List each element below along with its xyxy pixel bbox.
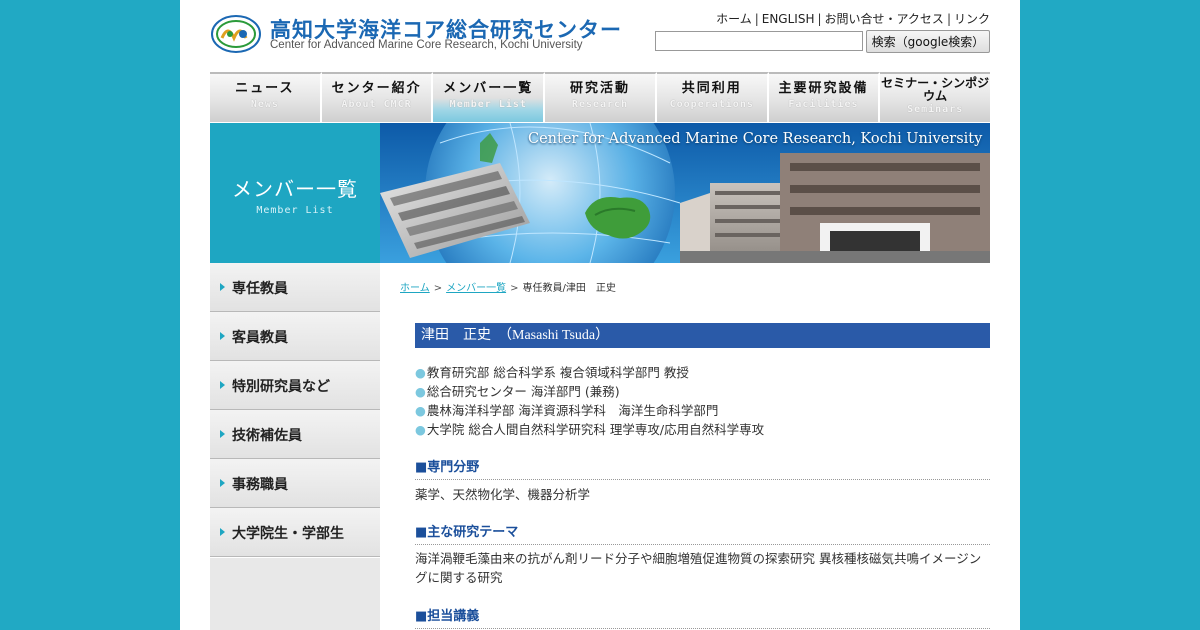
- bullet-icon: ●: [415, 365, 426, 380]
- sidebar-item-label: 技術補佐員: [232, 428, 302, 444]
- breadcrumb-members-link[interactable]: メンバー一覧: [446, 283, 506, 294]
- sidebar-item-students[interactable]: 大学院生・学部生: [210, 508, 380, 558]
- position-list: ●教育研究部 総合科学系 複合領域科学部門 教授 ●総合研究センター 海洋部門 …: [415, 363, 764, 439]
- sidebar-item-office[interactable]: 事務職員: [210, 459, 380, 509]
- top-link-separator: |: [817, 12, 822, 26]
- arrow-right-icon: [220, 332, 225, 340]
- breadcrumb: ホーム > メンバー一覧 > 専任教員/津田 正史: [400, 279, 616, 294]
- nav-sublabel: Cooperations: [669, 99, 754, 110]
- nav-label: 共同利用: [681, 81, 742, 96]
- breadcrumb-home-link[interactable]: ホーム: [400, 283, 430, 294]
- global-nav: ニュース News センター紹介 About CMCR メンバー一覧 Membe…: [210, 72, 991, 122]
- bullet-icon: ●: [415, 384, 426, 399]
- nav-label: ニュース: [235, 81, 295, 96]
- logo-subtitle: Center for Advanced Marine Core Research…: [270, 39, 583, 51]
- nav-item-facilities[interactable]: 主要研究設備 Facilities: [768, 72, 881, 122]
- section-subtitle: Member List: [256, 205, 334, 216]
- nav-label: メンバー一覧: [443, 81, 534, 96]
- search-button[interactable]: 検索（google検索）: [866, 30, 990, 53]
- position-item: ●大学院 総合人間自然科学研究科 理学専攻/応用自然科学専攻: [415, 420, 764, 439]
- section-banner: メンバー一覧 Member List: [210, 123, 380, 263]
- banner-caption: Center for Advanced Marine Core Research…: [528, 131, 983, 147]
- site-logo[interactable]: 高知大学海洋コア総合研究センター Center for Advanced Mar…: [210, 12, 621, 56]
- sidebar-item-label: 大学院生・学部生: [232, 526, 344, 542]
- bullet-icon: ●: [415, 403, 426, 418]
- field-heading: ■専門分野: [415, 456, 990, 480]
- theme-heading: ■主な研究テーマ: [415, 521, 990, 545]
- logo-emblem-icon: [211, 15, 261, 53]
- search-input[interactable]: [655, 31, 863, 51]
- field-text: 薬学、天然物化学、機器分析学: [415, 487, 591, 502]
- nav-sublabel: Seminars: [907, 104, 964, 115]
- nav-item-members[interactable]: メンバー一覧 Member List: [433, 72, 546, 122]
- sidebar-item-researchers[interactable]: 特別研究員など: [210, 361, 380, 411]
- breadcrumb-separator: >: [510, 283, 519, 294]
- position-text: 農林海洋科学部 海洋資源科学科 海洋生命科学部門: [426, 403, 719, 418]
- arrow-right-icon: [220, 528, 225, 536]
- position-text: 総合研究センター 海洋部門 (兼務): [426, 384, 620, 399]
- arrow-right-icon: [220, 479, 225, 487]
- top-link-links[interactable]: リンク: [954, 12, 990, 26]
- sidebar-item-label: 客員教員: [232, 330, 288, 346]
- top-links: ホーム | ENGLISH | お問い合せ・アクセス | リンク: [716, 10, 990, 27]
- person-name-heading: 津田 正史 （Masashi Tsuda）: [415, 323, 990, 348]
- nav-sublabel: About CMCR: [341, 99, 412, 110]
- theme-text: 海洋渦鞭毛藻由来の抗がん剤リード分子や細胞増殖促進物質の探索研究 異核種核磁気共…: [415, 551, 982, 585]
- top-link-contact[interactable]: お問い合せ・アクセス: [825, 12, 944, 26]
- sidebar-item-faculty[interactable]: 専任教員: [210, 263, 380, 313]
- top-link-separator: |: [754, 12, 759, 26]
- sidebar-item-label: 特別研究員など: [232, 379, 330, 395]
- nav-label: 研究活動: [570, 81, 631, 96]
- top-link-home[interactable]: ホーム: [716, 12, 752, 26]
- page-container: 高知大学海洋コア総合研究センター Center for Advanced Mar…: [180, 0, 1020, 630]
- position-item: ●教育研究部 総合科学系 複合領域科学部門 教授: [415, 363, 764, 382]
- arrow-right-icon: [220, 381, 225, 389]
- sidebar-item-label: 事務職員: [232, 477, 288, 493]
- position-text: 教育研究部 総合科学系 複合領域科学部門 教授: [426, 365, 689, 380]
- nav-label: センター紹介: [331, 81, 422, 96]
- nav-label: セミナー・シンポジウム: [881, 76, 990, 103]
- position-item: ●総合研究センター 海洋部門 (兼務): [415, 382, 764, 401]
- nav-label: 主要研究設備: [778, 81, 869, 96]
- bullet-icon: ●: [415, 422, 426, 437]
- position-text: 大学院 総合人間自然科学研究科 理学専攻/応用自然科学専攻: [426, 422, 765, 437]
- nav-item-about[interactable]: センター紹介 About CMCR: [321, 72, 434, 122]
- nav-sublabel: Facilities: [788, 99, 859, 110]
- banner-image: Center for Advanced Marine Core Research…: [380, 123, 990, 263]
- sidebar-item-label: 専任教員: [232, 281, 288, 297]
- nav-item-cooperations[interactable]: 共同利用 Cooperations: [656, 72, 769, 122]
- sidebar-item-technical[interactable]: 技術補佐員: [210, 410, 380, 460]
- nav-item-seminars[interactable]: セミナー・シンポジウム Seminars: [880, 72, 991, 122]
- nav-item-news[interactable]: ニュース News: [210, 72, 322, 122]
- section-title: メンバー一覧: [232, 177, 358, 201]
- breadcrumb-current: 専任教員/津田 正史: [522, 283, 616, 294]
- sidebar-nav: 専任教員 客員教員 特別研究員など 技術補佐員 事務職員 大学院生・学部生: [210, 263, 380, 630]
- nav-sublabel: Research: [571, 99, 629, 110]
- nav-sublabel: News: [250, 99, 279, 110]
- arrow-right-icon: [220, 430, 225, 438]
- lecture-heading: ■担当講義: [415, 605, 990, 629]
- position-item: ●農林海洋科学部 海洋資源科学科 海洋生命科学部門: [415, 401, 764, 420]
- top-link-english[interactable]: ENGLISH: [762, 12, 815, 26]
- nav-item-research[interactable]: 研究活動 Research: [545, 72, 657, 122]
- search-form: 検索（google検索）: [655, 30, 990, 53]
- breadcrumb-separator: >: [433, 283, 443, 294]
- top-link-separator: |: [946, 12, 951, 26]
- arrow-right-icon: [220, 283, 225, 291]
- nav-sublabel: Member List: [449, 99, 527, 110]
- sidebar-item-visiting[interactable]: 客員教員: [210, 312, 380, 362]
